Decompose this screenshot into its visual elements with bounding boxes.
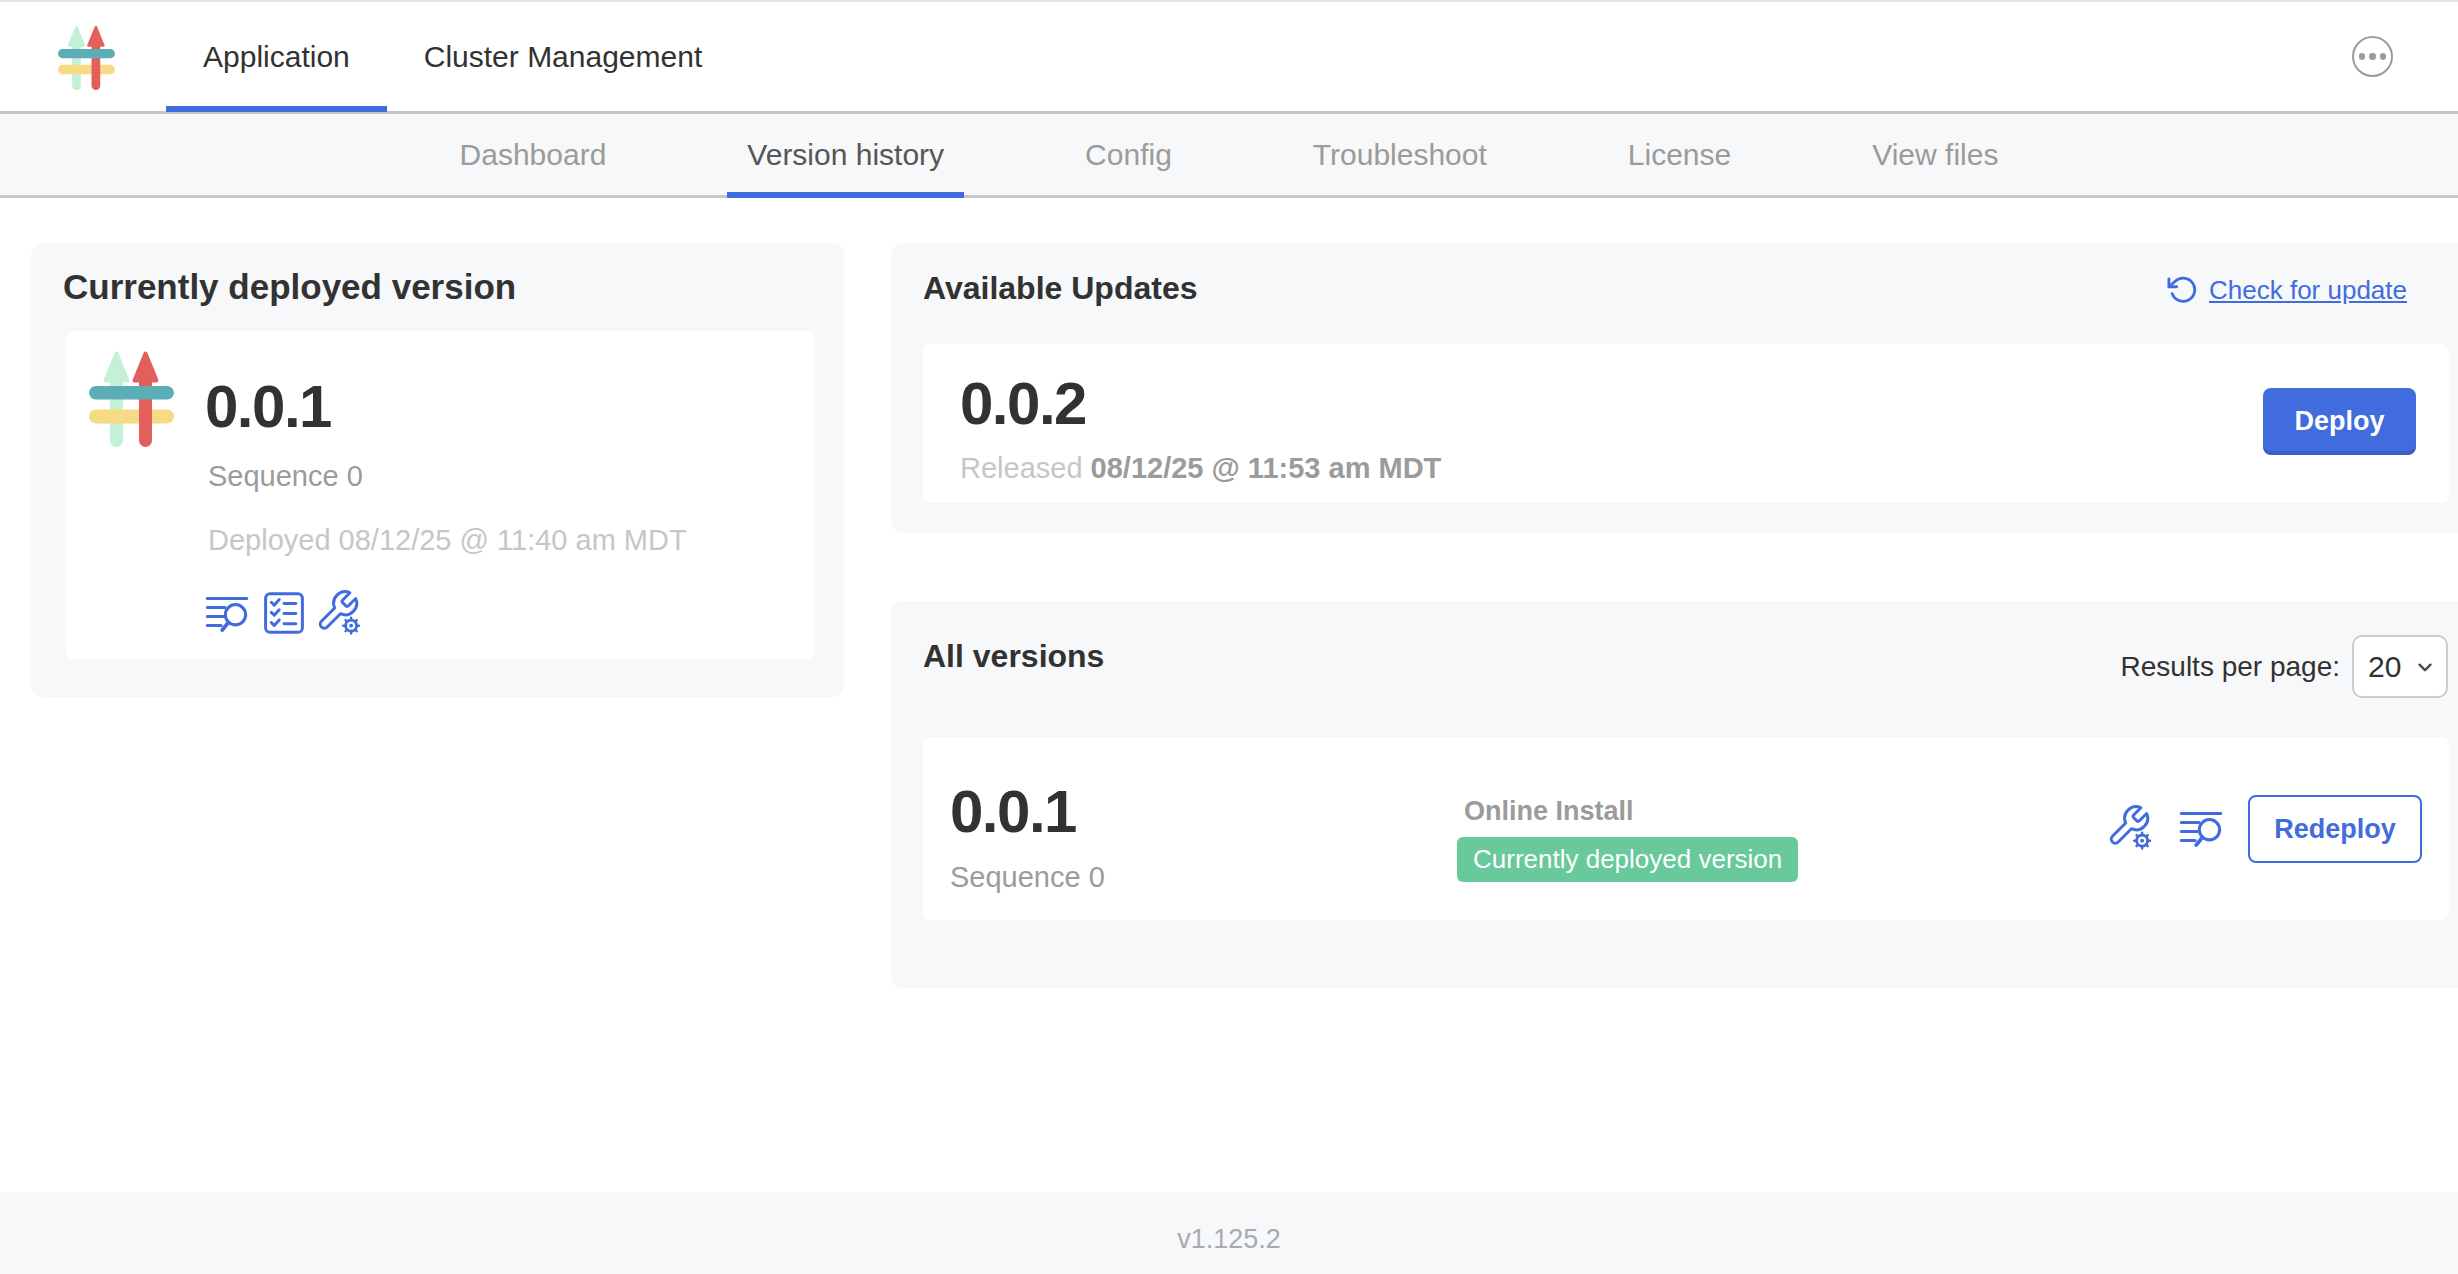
check-for-update-link[interactable]: Check for update: [2167, 274, 2407, 306]
current-version-sequence: Sequence 0: [208, 460, 363, 493]
view-config-icon[interactable]: [317, 590, 363, 636]
chevron-down-icon: [2414, 656, 2436, 678]
version-row: 0.0.1 Sequence 0 Online Install Currentl…: [923, 737, 2449, 920]
tab-license[interactable]: License: [1608, 114, 1751, 195]
current-version-title: Currently deployed version: [63, 266, 516, 307]
current-version-number: 0.0.1: [205, 374, 331, 440]
app-logo-icon: [89, 350, 174, 447]
all-versions-title: All versions: [923, 637, 1104, 675]
update-released-date: Released 08/12/25 @ 11:53 am MDT: [960, 452, 1441, 485]
tab-config[interactable]: Config: [1065, 114, 1192, 195]
more-menu-icon[interactable]: [2352, 36, 2393, 77]
tab-view-files[interactable]: View files: [1852, 114, 2018, 195]
results-per-page-value: 20: [2368, 650, 2401, 684]
release-notes-icon[interactable]: [205, 590, 251, 636]
available-update-row: 0.0.2 Released 08/12/25 @ 11:53 am MDT D…: [923, 344, 2449, 503]
results-per-page-label: Results per page:: [2121, 651, 2340, 683]
version-row-install-type: Online Install: [1464, 796, 1634, 827]
currently-deployed-badge: Currently deployed version: [1457, 837, 1798, 882]
subnav: Dashboard Version history Config Trouble…: [0, 114, 2458, 198]
tab-dashboard[interactable]: Dashboard: [440, 114, 627, 195]
tab-troubleshoot[interactable]: Troubleshoot: [1293, 114, 1507, 195]
tab-cluster-management-label: Cluster Management: [424, 40, 702, 74]
version-row-sequence: Sequence 0: [950, 861, 1105, 894]
current-version-deployed-date: Deployed 08/12/25 @ 11:40 am MDT: [208, 524, 687, 557]
top-tabs: Application Cluster Management: [166, 2, 739, 111]
results-per-page-select[interactable]: 20: [2352, 635, 2448, 698]
available-updates-title: Available Updates: [923, 269, 1197, 307]
tab-application-label: Application: [203, 40, 350, 74]
app-logo-icon: [58, 25, 115, 90]
current-version-card: Currently deployed version 0.0.1 Sequenc…: [31, 243, 844, 697]
available-updates-card: Available Updates Check for update 0.0.2…: [891, 243, 2458, 533]
tab-version-history[interactable]: Version history: [727, 114, 964, 195]
deploy-button[interactable]: Deploy: [2263, 388, 2416, 455]
tab-cluster-management[interactable]: Cluster Management: [387, 2, 739, 111]
results-per-page: Results per page: 20: [2121, 635, 2448, 698]
refresh-icon: [2167, 274, 2198, 306]
edit-config-icon[interactable]: [2108, 805, 2154, 851]
version-row-number: 0.0.1: [950, 779, 1076, 845]
preflight-checks-icon[interactable]: [261, 590, 307, 636]
redeploy-button[interactable]: Redeploy: [2248, 795, 2422, 863]
tab-application[interactable]: Application: [166, 2, 387, 111]
all-versions-card: All versions Results per page: 20 0.0.1 …: [891, 601, 2458, 988]
view-diff-icon[interactable]: [2179, 805, 2225, 851]
footer: v1.125.2: [0, 1192, 2458, 1274]
version-row-actions: [2108, 805, 2225, 851]
current-version-inner-card: 0.0.1 Sequence 0 Deployed 08/12/25 @ 11:…: [66, 331, 815, 659]
current-version-actions: [205, 590, 363, 636]
check-for-update-label: Check for update: [2209, 275, 2407, 306]
console-version: v1.125.2: [1177, 1224, 1281, 1274]
top-header: Application Cluster Management: [0, 0, 2458, 114]
update-version-number: 0.0.2: [960, 371, 1086, 437]
